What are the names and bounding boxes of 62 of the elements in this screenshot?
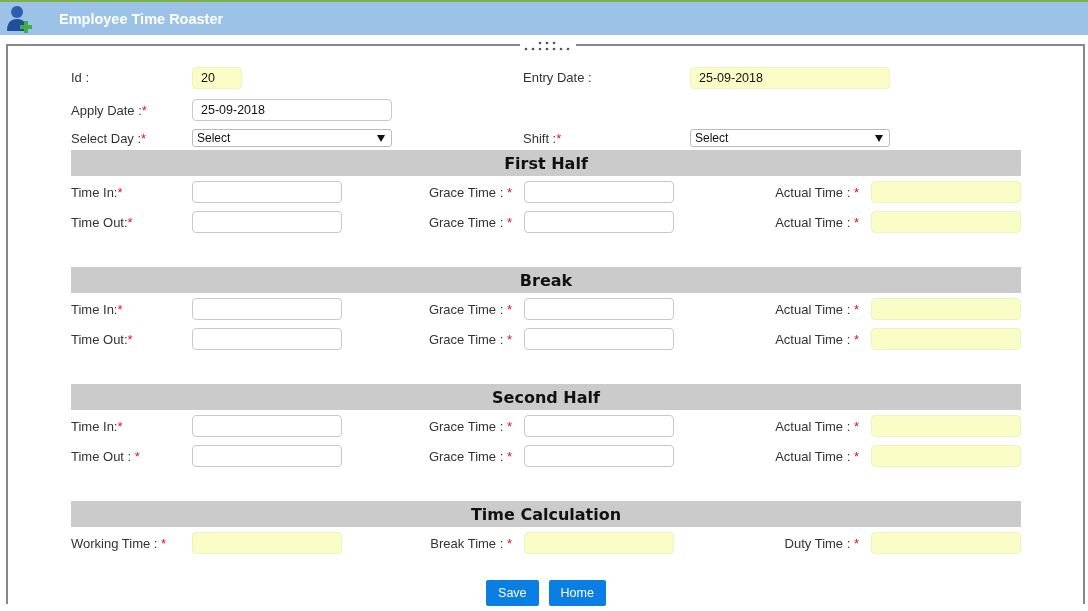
section-header: Second Half bbox=[71, 384, 1021, 410]
field-label: Grace Time : * bbox=[427, 331, 513, 347]
input-field[interactable] bbox=[524, 211, 674, 233]
readonly-field[interactable] bbox=[871, 298, 1021, 320]
field-label: Grace Time : * bbox=[427, 301, 513, 317]
field-label: Actual Time : * bbox=[774, 184, 860, 200]
field-label: Entry Date : bbox=[523, 70, 592, 85]
readonly-field[interactable] bbox=[871, 328, 1021, 350]
readonly-field[interactable] bbox=[192, 532, 342, 554]
field-label: Working Time : * bbox=[71, 535, 168, 551]
dropdown-caret-icon bbox=[377, 134, 385, 142]
field-label: Grace Time : * bbox=[427, 448, 513, 464]
field-label: Time In:* bbox=[71, 184, 124, 200]
section-header: Break bbox=[71, 267, 1021, 293]
readonly-field[interactable] bbox=[871, 181, 1021, 203]
section-header: Time Calculation bbox=[71, 501, 1021, 527]
input-field[interactable] bbox=[524, 328, 674, 350]
dropdown-caret-icon bbox=[875, 134, 883, 142]
input-field[interactable] bbox=[192, 415, 342, 437]
field-label: Grace Time : * bbox=[427, 184, 513, 200]
field-label: Shift :* bbox=[523, 130, 562, 146]
input-field[interactable] bbox=[192, 298, 342, 320]
field-label: Time In:* bbox=[71, 418, 124, 434]
input-field[interactable] bbox=[192, 328, 342, 350]
input-field[interactable] bbox=[192, 445, 342, 467]
readonly-field[interactable]: 25-09-2018 bbox=[690, 66, 890, 89]
field-label: Select Day :* bbox=[71, 130, 147, 146]
readonly-field[interactable] bbox=[524, 532, 674, 554]
field-label: Break Time : * bbox=[429, 535, 513, 551]
input-field[interactable]: 25-09-2018 bbox=[192, 99, 392, 121]
field-label: Actual Time : * bbox=[774, 214, 860, 230]
select-dropdown[interactable]: Select bbox=[192, 129, 392, 147]
action-button[interactable]: Home bbox=[548, 580, 606, 606]
input-field[interactable] bbox=[524, 181, 674, 203]
field-label: Actual Time : * bbox=[774, 448, 860, 464]
action-button[interactable]: Save bbox=[486, 580, 539, 606]
field-label: Time In:* bbox=[71, 301, 124, 317]
field-label: Time Out : * bbox=[71, 448, 141, 464]
input-field[interactable] bbox=[524, 445, 674, 467]
field-label: Duty Time : * bbox=[783, 535, 860, 551]
field-label: Time Out:* bbox=[71, 214, 134, 230]
select-dropdown[interactable]: Select bbox=[690, 129, 890, 147]
field-label: Actual Time : * bbox=[774, 331, 860, 347]
field-label: Apply Date :* bbox=[71, 102, 147, 118]
field-label: Grace Time : * bbox=[427, 418, 513, 434]
field-label: Actual Time : * bbox=[774, 418, 860, 434]
readonly-field[interactable] bbox=[871, 532, 1021, 554]
add-user-icon bbox=[4, 3, 34, 34]
input-field[interactable] bbox=[524, 298, 674, 320]
input-field[interactable] bbox=[192, 211, 342, 233]
field-label: Id : bbox=[71, 70, 90, 85]
field-label: Actual Time : * bbox=[774, 301, 860, 317]
field-label: Time Out:* bbox=[71, 331, 134, 347]
page-title: Employee Time Roaster bbox=[59, 10, 224, 27]
readonly-field[interactable] bbox=[871, 445, 1021, 467]
input-field[interactable] bbox=[192, 181, 342, 203]
readonly-field[interactable] bbox=[871, 211, 1021, 233]
section-header: First Half bbox=[71, 150, 1021, 176]
readonly-field[interactable]: 20 bbox=[192, 66, 242, 89]
input-field[interactable] bbox=[524, 415, 674, 437]
field-label: Grace Time : * bbox=[427, 214, 513, 230]
readonly-field[interactable] bbox=[871, 415, 1021, 437]
